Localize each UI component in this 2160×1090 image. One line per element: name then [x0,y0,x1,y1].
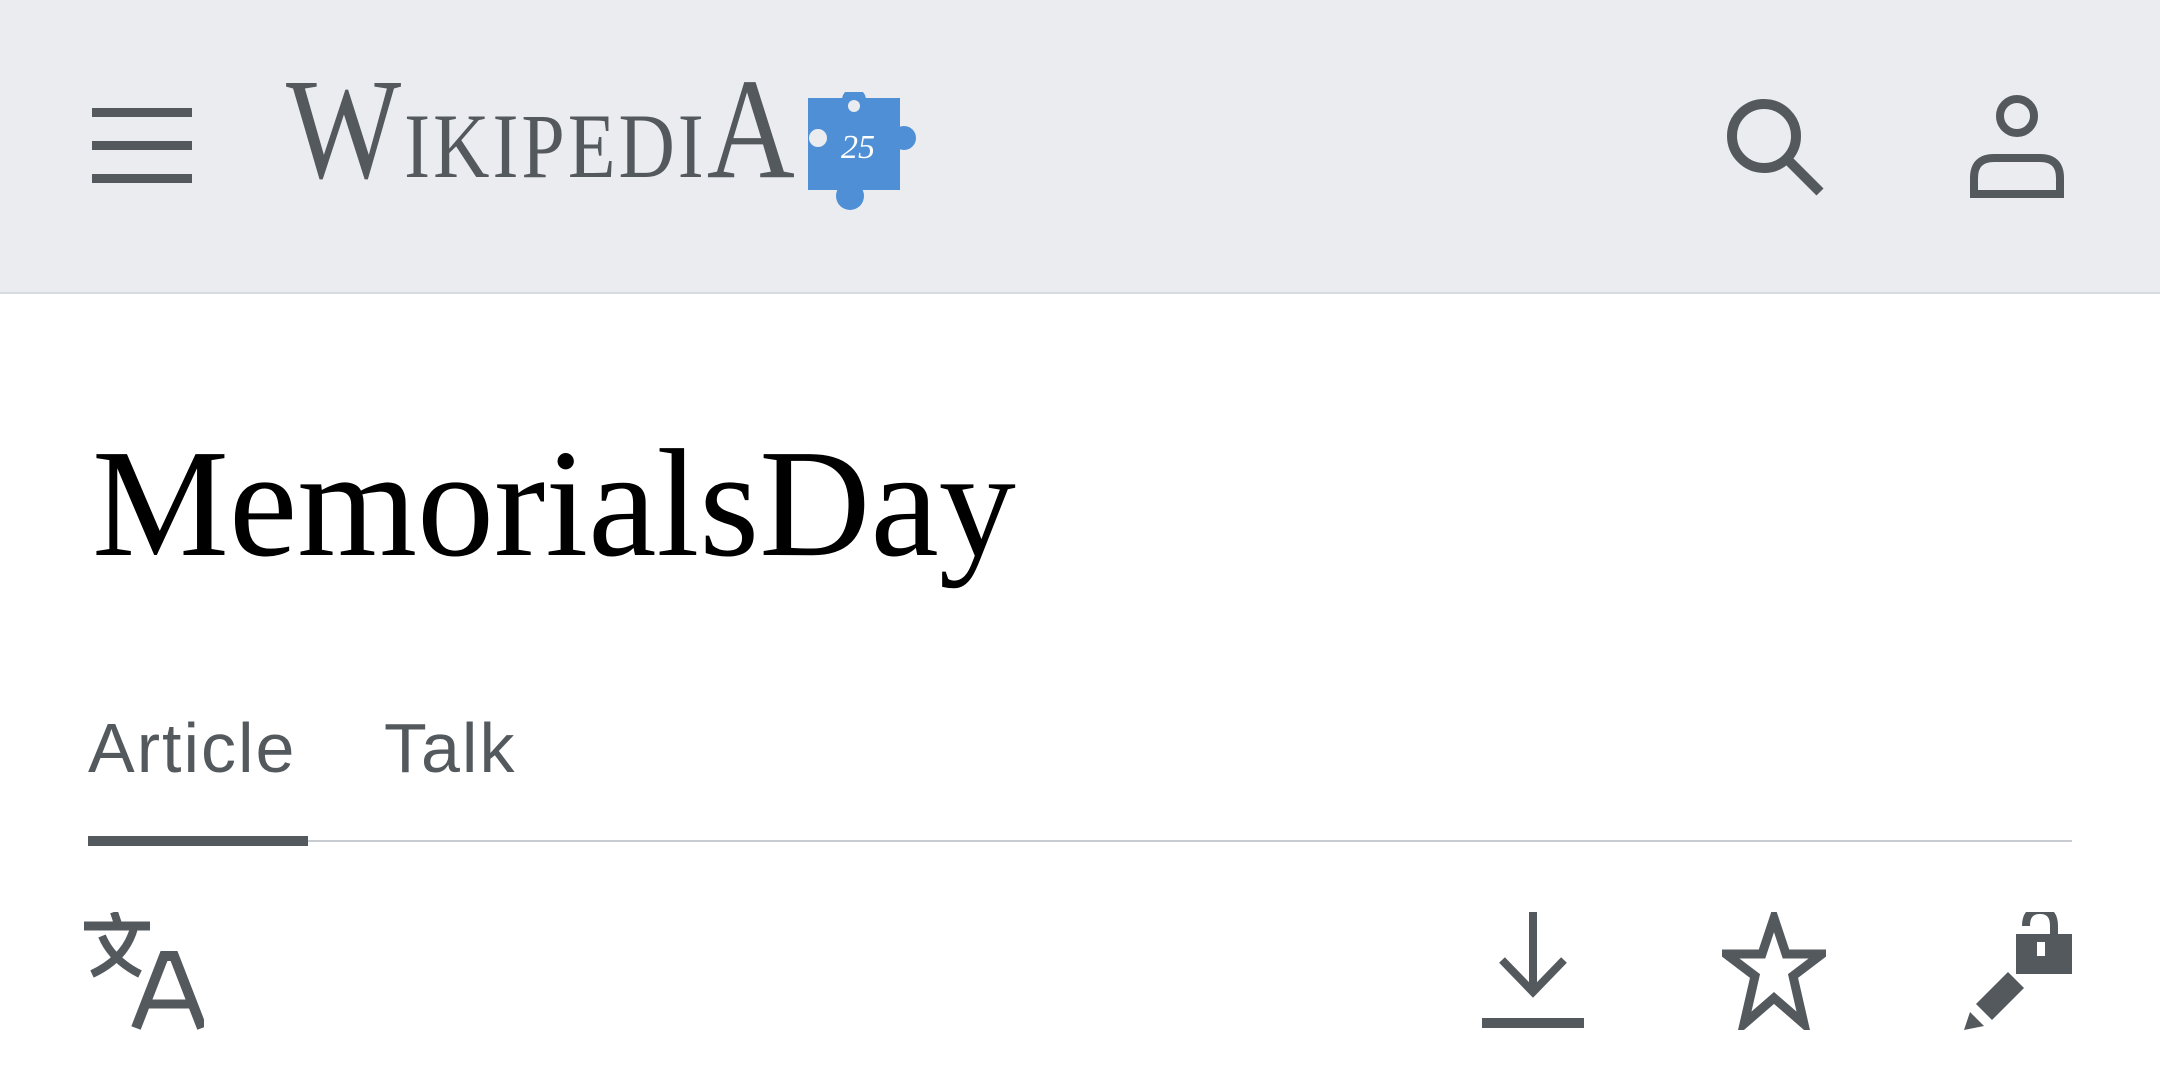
language-icon [84,912,204,1030]
wordmark: WIKIPEDIA [286,49,798,210]
search-button[interactable] [1722,94,1828,200]
selected-tab-indicator [88,836,308,846]
download-icon [1482,912,1584,1028]
header: WIKIPEDIA 25 [0,0,2160,294]
tabs-divider [88,840,2072,842]
language-button[interactable] [84,912,204,1030]
puzzle-25-icon: 25 [807,92,916,210]
main-menu-button[interactable] [92,104,192,188]
hamburger-icon [92,108,192,183]
page-title: MemorialsDay [92,419,1016,589]
edit-protected-button[interactable] [1962,912,2074,1030]
star-icon [1722,912,1826,1030]
tab-article[interactable]: Article [88,700,296,796]
edit-lock-icon [1964,912,2072,1030]
page-tabs: Article Talk [88,700,2072,850]
user-menu-button[interactable] [1970,94,2064,200]
user-icon [1970,95,2064,198]
tab-talk[interactable]: Talk [384,700,516,796]
wikipedia-logo[interactable]: WIKIPEDIA 25 [286,57,924,210]
search-icon [1727,99,1824,196]
watchlist-star-button[interactable] [1722,912,1826,1030]
download-button[interactable] [1482,912,1584,1030]
badge-number: 25 [841,129,875,166]
